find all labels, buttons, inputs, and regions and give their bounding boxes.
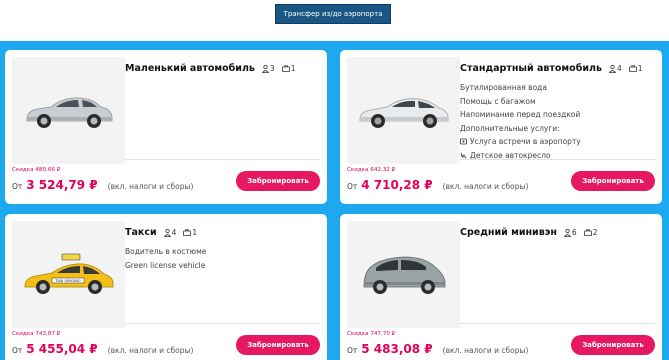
card-divider bbox=[460, 323, 655, 324]
vehicle-options-panel: Маленький автомобиль 3 1 Скидка 480,66 ₽… bbox=[0, 41, 669, 360]
price-value: 3 524,79 ₽ bbox=[26, 178, 98, 192]
person-icon bbox=[261, 64, 269, 73]
feature-item: Напоминание перед поездкой bbox=[460, 110, 581, 119]
minivan-icon bbox=[363, 256, 445, 294]
person-icon bbox=[163, 228, 171, 237]
passenger-capacity: 6 bbox=[563, 228, 577, 237]
meet-greet-icon bbox=[460, 138, 467, 145]
feature-item: Помощь с багажом bbox=[460, 96, 536, 106]
price-row: От 5 455,04 ₽ (вкл. налоги и сборы) bbox=[12, 342, 194, 356]
vehicle-features: Бутилированная вода Помощь с багажом Нап… bbox=[460, 81, 581, 162]
book-button[interactable]: Забронировать bbox=[236, 171, 320, 191]
card-divider bbox=[125, 159, 320, 160]
discount-label: Скидка 642,32 ₽ bbox=[347, 167, 396, 173]
book-button[interactable]: Забронировать bbox=[571, 335, 655, 355]
suitcase-icon bbox=[628, 65, 637, 72]
sedan-car-icon bbox=[26, 97, 112, 128]
price-row: От 5 483,08 ₽ (вкл. налоги и сборы) bbox=[347, 342, 529, 356]
sedan-car-icon bbox=[359, 97, 448, 128]
vehicle-image bbox=[347, 221, 460, 328]
price-row: От 3 524,79 ₽ (вкл. налоги и сборы) bbox=[12, 178, 194, 192]
passenger-capacity: 4 bbox=[608, 64, 622, 73]
suitcase-icon bbox=[583, 229, 592, 236]
card-divider bbox=[460, 159, 655, 160]
vehicle-card-taxi: TAXI 0000000 Такси 4 1 Водитель в костюм… bbox=[5, 214, 327, 360]
vehicle-features: Водитель в костюме Green license vehicle bbox=[125, 245, 206, 272]
luggage-capacity: 1 bbox=[183, 228, 197, 237]
extra-service-item: Услуга встречи в аэропорту bbox=[460, 135, 581, 149]
suitcase-icon bbox=[183, 229, 192, 236]
discount-label: Скидка 747,70 ₽ bbox=[347, 331, 396, 337]
vehicle-title: Маленький автомобиль bbox=[125, 63, 255, 74]
discount-label: Скидка 480,66 ₽ bbox=[12, 167, 61, 173]
extras-label: Дополнительные услуги: bbox=[460, 123, 560, 133]
vehicle-title: Средний минивэн bbox=[460, 227, 557, 238]
vehicle-card-small-car: Маленький автомобиль 3 1 Скидка 480,66 ₽… bbox=[5, 50, 327, 204]
taxi-car-icon: TAXI 0000000 bbox=[24, 253, 113, 294]
taxi-sign-text: TAXI 0000000 bbox=[54, 279, 81, 283]
vehicle-card-minivan: Средний минивэн 6 2 Скидка 747,70 ₽ От 5… bbox=[340, 214, 662, 360]
child-seat-icon bbox=[460, 152, 467, 159]
feature-item: Бутилированная вода bbox=[460, 83, 547, 92]
person-icon bbox=[563, 228, 571, 237]
vehicle-image: TAXI 0000000 bbox=[12, 221, 125, 328]
vehicle-image bbox=[12, 57, 125, 164]
book-button[interactable]: Забронировать bbox=[236, 335, 320, 355]
feature-item: Водитель в костюме bbox=[125, 247, 207, 256]
vehicle-title: Такси bbox=[125, 227, 157, 238]
passenger-capacity: 3 bbox=[261, 64, 275, 73]
vehicle-image bbox=[347, 57, 460, 164]
discount-label: Скидка 743,87 ₽ bbox=[12, 331, 61, 337]
price-value: 4 710,28 ₽ bbox=[361, 178, 433, 192]
price-value: 5 455,04 ₽ bbox=[26, 342, 98, 356]
vehicle-title: Стандартный автомобиль bbox=[460, 63, 602, 74]
airport-transfer-button[interactable]: Трансфер из/до аэропорта bbox=[275, 4, 391, 24]
card-divider bbox=[125, 323, 320, 324]
luggage-capacity: 1 bbox=[281, 64, 295, 73]
suitcase-icon bbox=[281, 65, 290, 72]
book-button[interactable]: Забронировать bbox=[571, 171, 655, 191]
luggage-capacity: 1 bbox=[628, 64, 643, 73]
price-row: От 4 710,28 ₽ (вкл. налоги и сборы) bbox=[347, 178, 529, 192]
person-icon bbox=[608, 64, 616, 73]
feature-item: Green license vehicle bbox=[125, 260, 206, 270]
passenger-capacity: 4 bbox=[163, 228, 176, 237]
vehicle-card-standard-car: Стандартный автомобиль 4 1 Бутилированна… bbox=[340, 50, 662, 204]
price-value: 5 483,08 ₽ bbox=[361, 342, 433, 356]
luggage-capacity: 2 bbox=[583, 228, 597, 237]
